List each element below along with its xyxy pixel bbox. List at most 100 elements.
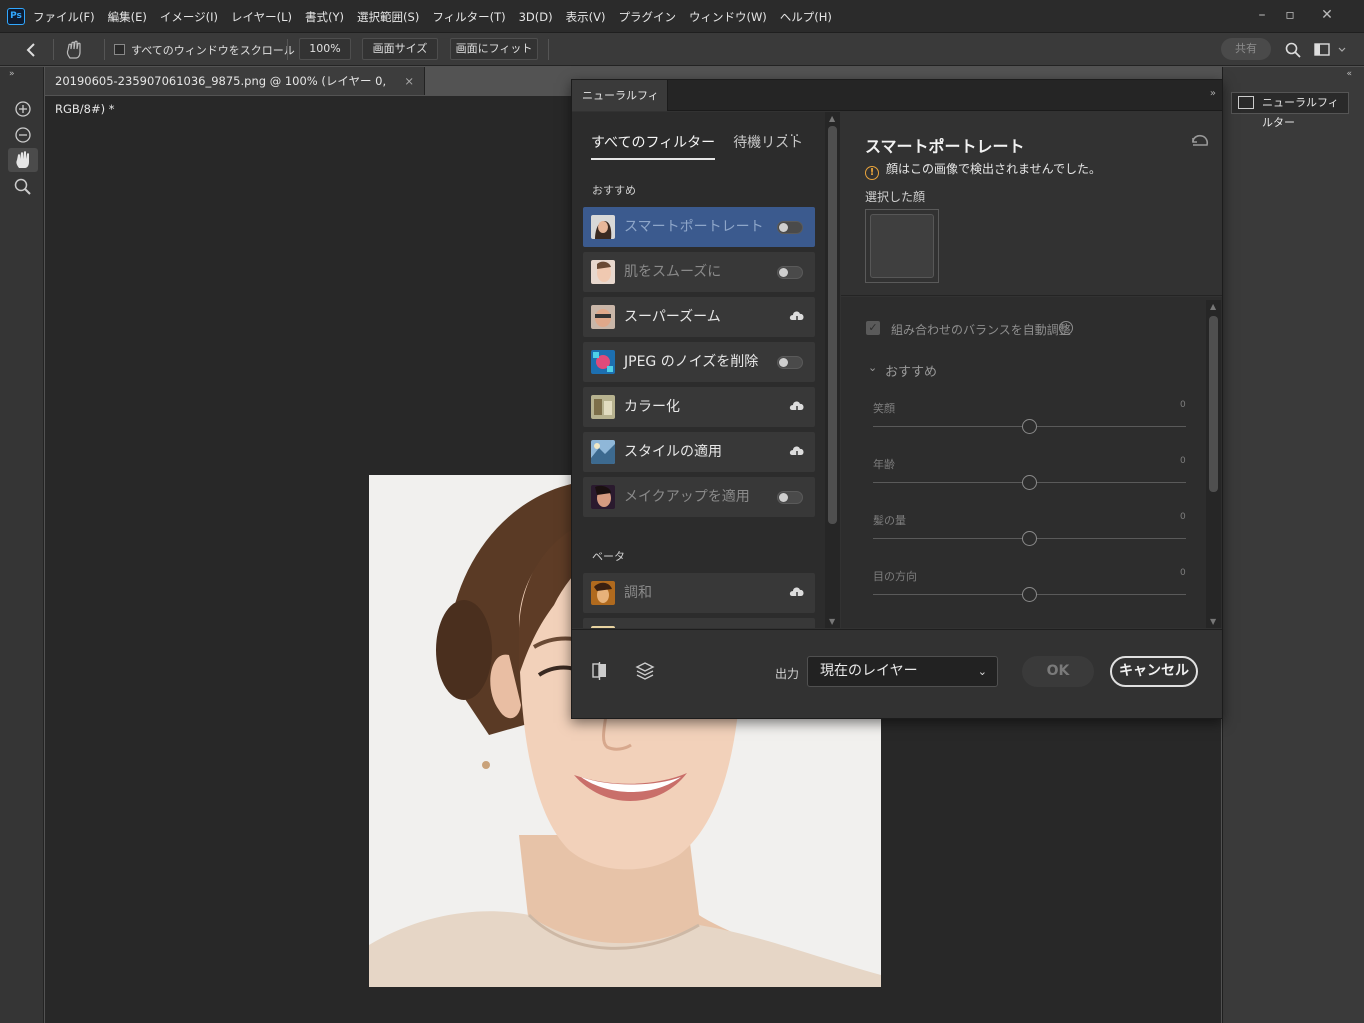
magnifier-icon[interactable] — [8, 175, 38, 199]
neural-filters-dock-button[interactable]: ニューラルフィルター — [1231, 92, 1349, 129]
menu-image[interactable]: イメージ(I) — [160, 9, 218, 25]
menu-bar: Ps ファイル(F) 編集(E) イメージ(I) レイヤー(L) 書式(Y) 選… — [0, 0, 1364, 33]
zoom-100-button[interactable]: 100% — [299, 38, 351, 60]
layers-icon[interactable] — [634, 661, 656, 681]
maximize-icon[interactable]: ▫ — [1279, 6, 1301, 24]
menu-filter[interactable]: フィルター(T) — [432, 9, 505, 25]
cloud-download-icon[interactable] — [789, 444, 805, 460]
divider — [104, 39, 105, 60]
menu-edit[interactable]: 編集(E) — [108, 9, 147, 25]
recommended-section-label[interactable]: おすすめ — [885, 361, 937, 380]
warning-message: ! 顔はこの画像で検出されませんでした。 — [865, 160, 1101, 180]
selected-face-label: 選択した顔 — [865, 190, 926, 204]
menu-help[interactable]: ヘルプ(H) — [780, 9, 832, 25]
expand-icon[interactable]: » — [9, 69, 15, 79]
scroll-all-checkbox[interactable] — [114, 44, 125, 55]
harmonize-thumb — [591, 581, 615, 605]
filter-detail-header: スマートポートレート ! 顔はこの画像で検出されませんでした。 選択した顔 — [841, 112, 1222, 296]
selected-face-box[interactable] — [865, 209, 939, 283]
filter-toggle[interactable] — [777, 221, 803, 234]
panel-footer: 出力 現在のレイヤー ⌄ OK キャンセル — [572, 629, 1222, 718]
reset-icon[interactable] — [1190, 132, 1210, 150]
menu-window[interactable]: ウィンドウ(W) — [689, 9, 767, 25]
chevron-down-icon: ⌄ — [977, 665, 987, 678]
cloud-download-icon[interactable] — [789, 399, 805, 415]
chevron-down-icon[interactable]: ⌄ — [868, 361, 877, 374]
workspace-icon[interactable] — [1314, 43, 1346, 57]
scrollbar-thumb[interactable] — [1209, 316, 1218, 492]
menu-3d[interactable]: 3D(D) — [519, 10, 553, 24]
back-arrow-icon[interactable] — [24, 42, 38, 58]
filter-item-jpeg-noise[interactable]: JPEG のノイズを削除 — [583, 342, 815, 382]
share-button[interactable]: 共有 — [1221, 38, 1271, 60]
scroll-all-label: すべてのウィンドウをスクロール — [131, 44, 295, 57]
divider — [287, 39, 288, 60]
scroll-up-icon[interactable]: ▲ — [829, 114, 835, 123]
compare-icon[interactable] — [590, 661, 612, 681]
cloud-download-icon[interactable] — [789, 309, 805, 325]
document-tab[interactable]: 20190605-235907061036_9875.png @ 100% (レ… — [45, 67, 425, 116]
minimize-icon[interactable]: – — [1251, 6, 1273, 24]
menu-view[interactable]: 表示(V) — [566, 9, 606, 25]
scroll-down-icon[interactable]: ▼ — [1210, 617, 1216, 626]
filter-item-partial[interactable] — [583, 618, 815, 628]
hand-icon[interactable] — [8, 148, 38, 172]
filter-item-colorize[interactable]: カラー化 — [583, 387, 815, 427]
slider-knob-smile[interactable] — [1022, 419, 1037, 434]
filter-name: メイクアップを適用 — [624, 489, 750, 505]
filter-item-makeup[interactable]: メイクアップを適用 — [583, 477, 815, 517]
collapse-icon[interactable]: « — [1346, 69, 1352, 79]
more-options-icon[interactable]: ··· — [784, 128, 800, 144]
neural-filter-icon — [1238, 96, 1254, 109]
slider-label-hair: 髪の量 — [873, 514, 906, 527]
filter-name: スーパーズーム — [624, 309, 721, 325]
slider-knob-hair[interactable] — [1022, 531, 1037, 546]
filter-toggle[interactable] — [777, 491, 803, 504]
filter-title: スマートポートレート — [865, 137, 1025, 156]
close-icon[interactable]: ✕ — [1316, 6, 1338, 24]
filter-name: カラー化 — [624, 399, 680, 415]
scrollbar-thumb[interactable] — [828, 126, 837, 524]
fit-screen-button[interactable]: 画面にフィット — [450, 38, 538, 60]
zoom-in-icon[interactable] — [8, 97, 38, 121]
neural-filters-tab[interactable]: ニューラルフィルター — [572, 80, 668, 133]
auto-balance-checkbox[interactable]: ✓ — [866, 321, 880, 335]
panel-collapse-icon[interactable]: » — [1210, 88, 1216, 99]
menu-plugins[interactable]: プラグイン — [618, 9, 676, 25]
filter-settings: ✓ 組み合わせのバランスを自動調整 i ⌄ おすすめ 笑顔 0 年齢 0 髪の量… — [841, 297, 1222, 628]
beta-section-label: ベータ — [592, 550, 625, 563]
info-icon[interactable]: i — [1059, 321, 1073, 335]
filter-item-super-zoom[interactable]: スーパーズーム — [583, 297, 815, 337]
ok-button[interactable]: OK — [1022, 656, 1094, 687]
menu-file[interactable]: ファイル(F) — [33, 9, 95, 25]
colorize-thumb — [591, 395, 615, 419]
slider-knob-eye-direction[interactable] — [1022, 587, 1037, 602]
cancel-button[interactable]: キャンセル — [1110, 656, 1198, 687]
cloud-download-icon[interactable] — [789, 585, 805, 601]
menu-type[interactable]: 書式(Y) — [305, 9, 344, 25]
close-tab-icon[interactable]: × — [404, 67, 414, 95]
filter-name: スマートポートレート — [624, 219, 764, 235]
scroll-down-icon[interactable]: ▼ — [829, 617, 835, 626]
menu-select[interactable]: 選択範囲(S) — [357, 9, 419, 25]
filter-list-scrollbar[interactable]: ▲ ▼ — [825, 112, 840, 628]
scroll-up-icon[interactable]: ▲ — [1210, 302, 1216, 311]
output-select[interactable]: 現在のレイヤー ⌄ — [807, 656, 998, 687]
filter-item-smart-portrait[interactable]: スマートポートレート — [583, 207, 815, 247]
menu-layer[interactable]: レイヤー(L) — [231, 9, 292, 25]
filter-item-style-transfer[interactable]: スタイルの適用 — [583, 432, 815, 472]
slider-label-smile: 笑顔 — [873, 402, 895, 415]
filter-item-harmonize[interactable]: 調和 — [583, 573, 815, 613]
hand-tool-icon[interactable] — [64, 40, 86, 60]
zoom-out-icon[interactable] — [8, 123, 38, 147]
slider-knob-age[interactable] — [1022, 475, 1037, 490]
filter-item-smooth-skin[interactable]: 肌をスムーズに — [583, 252, 815, 292]
slider-label-eye-direction: 目の方向 — [873, 570, 917, 583]
search-icon[interactable] — [1285, 42, 1301, 58]
settings-scrollbar[interactable]: ▲ ▼ — [1206, 300, 1221, 628]
filter-toggle[interactable] — [777, 266, 803, 279]
tools-panel: » — [0, 67, 44, 1023]
filter-toggle[interactable] — [777, 356, 803, 369]
screen-size-button[interactable]: 画面サイズ — [362, 38, 438, 60]
tab-all-filters[interactable]: すべてのフィルター — [591, 132, 716, 160]
